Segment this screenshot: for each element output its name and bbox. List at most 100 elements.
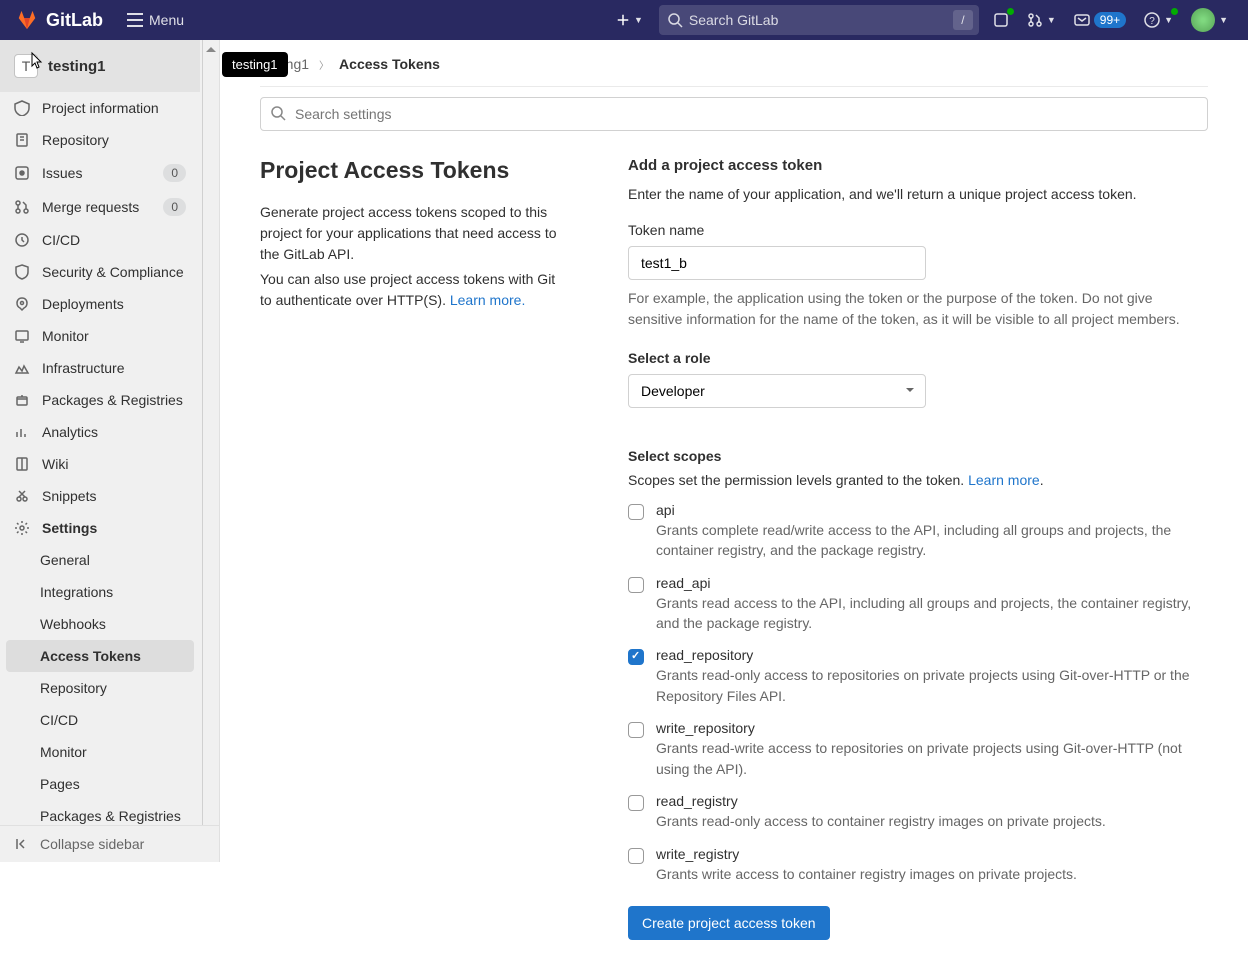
search-icon: [667, 12, 683, 31]
sidebar-item-label: Infrastructure: [42, 360, 124, 376]
scopes-desc: Scopes set the permission levels granted…: [628, 472, 1208, 488]
gitlab-logo-icon: [16, 9, 38, 31]
sidebar-item-ci-cd[interactable]: CI/CD: [0, 224, 200, 256]
top-header: GitLab Menu ▼ / ▼ 99+ ?▼ ▼: [0, 0, 1248, 40]
sidebar-item-label: Project information: [42, 100, 159, 116]
breadcrumb-current: Access Tokens: [339, 56, 440, 72]
chevron-down-icon: ▼: [634, 15, 643, 25]
sidebar-item-label: Monitor: [42, 328, 89, 344]
sidebar-subitem-repository[interactable]: Repository: [0, 672, 200, 704]
project-tooltip: testing1: [222, 52, 288, 77]
sidebar-item-repository[interactable]: Repository: [0, 124, 200, 156]
scope-desc: Grants read-write access to repositories…: [656, 738, 1208, 779]
help-dropdown[interactable]: ?▼: [1140, 8, 1177, 32]
scope-name-label: write_repository: [656, 720, 1208, 736]
token-name-label: Token name: [628, 222, 1208, 238]
packages-icon: [14, 392, 30, 408]
scope-desc: Grants read-only access to container reg…: [656, 811, 1208, 831]
global-search: /: [659, 5, 979, 35]
settings-icon: [14, 520, 30, 536]
learn-more-link[interactable]: Learn more.: [450, 292, 525, 308]
scope-desc: Grants write access to container registr…: [656, 864, 1208, 884]
scope-name-label: read_api: [656, 575, 1208, 591]
count-badge: 0: [163, 198, 186, 216]
sidebar-scrollbar[interactable]: [202, 40, 219, 862]
sidebar-item-issues[interactable]: Issues 0: [0, 156, 200, 190]
sidebar-item-merge-requests[interactable]: Merge requests 0: [0, 190, 200, 224]
chevron-down-icon: ▼: [1164, 15, 1173, 25]
sidebar-item-label: Snippets: [42, 488, 96, 504]
scope-checkbox-api[interactable]: [628, 504, 644, 520]
scope-name-label: api: [656, 502, 1208, 518]
mr-icon: [14, 199, 30, 215]
scope-checkbox-read_api[interactable]: [628, 577, 644, 593]
sidebar-item-label: Issues: [42, 165, 82, 181]
project-sidebar: T testing1 Project information Repository…: [0, 40, 220, 862]
create-token-button[interactable]: Create project access token: [628, 906, 830, 940]
page-title: Project Access Tokens: [260, 157, 558, 184]
sidebar-item-analytics[interactable]: Analytics: [0, 416, 200, 448]
section-desc-2: You can also use project access tokens w…: [260, 269, 558, 311]
search-settings-input[interactable]: [260, 97, 1208, 131]
scope-name-label: write_registry: [656, 846, 1208, 862]
token-name-input[interactable]: [628, 246, 926, 280]
repo-icon: [14, 132, 30, 148]
sidebar-subitem-pages[interactable]: Pages: [0, 768, 200, 800]
scopes-learn-more-link[interactable]: Learn more: [968, 472, 1040, 488]
sidebar-item-settings[interactable]: Settings: [0, 512, 200, 544]
sidebar-subitem-integrations[interactable]: Integrations: [0, 576, 200, 608]
scope-write_repository: write_repository Grants read-write access…: [628, 720, 1208, 779]
scope-desc: Grants complete read/write access to the…: [656, 520, 1208, 561]
scope-checkbox-read_registry[interactable]: [628, 795, 644, 811]
issues-icon: [14, 165, 30, 181]
sidebar-item-label: Merge requests: [42, 199, 139, 215]
sidebar-item-label: Packages & Registries: [42, 392, 183, 408]
brand-area[interactable]: GitLab: [16, 9, 103, 31]
count-badge: 0: [163, 164, 186, 182]
role-label: Select a role: [628, 350, 1208, 366]
main-menu-button[interactable]: Menu: [119, 8, 192, 32]
sidebar-item-packages-registries[interactable]: Packages & Registries: [0, 384, 200, 416]
sidebar-item-infrastructure[interactable]: Infrastructure: [0, 352, 200, 384]
todos-shortcut[interactable]: 99+: [1070, 8, 1130, 32]
sidebar-subitem-access-tokens[interactable]: Access Tokens: [6, 640, 194, 672]
scope-checkbox-write_registry[interactable]: [628, 848, 644, 864]
snippets-icon: [14, 488, 30, 504]
sidebar-item-wiki[interactable]: Wiki: [0, 448, 200, 480]
issues-shortcut[interactable]: [989, 8, 1013, 32]
sidebar-subitem-general[interactable]: General: [0, 544, 200, 576]
deploy-icon: [14, 296, 30, 312]
menu-label: Menu: [149, 12, 184, 28]
section-desc-1: Generate project access tokens scoped to…: [260, 202, 558, 265]
sidebar-subitem-webhooks[interactable]: Webhooks: [0, 608, 200, 640]
scope-checkbox-write_repository[interactable]: [628, 722, 644, 738]
sidebar-item-security-compliance[interactable]: Security & Compliance: [0, 256, 200, 288]
scope-checkbox-read_repository[interactable]: [628, 649, 644, 665]
new-dropdown[interactable]: ▼: [610, 9, 649, 31]
sidebar-project-header[interactable]: T testing1: [0, 40, 200, 92]
sidebar-item-monitor[interactable]: Monitor: [0, 320, 200, 352]
merge-requests-shortcut[interactable]: ▼: [1023, 8, 1060, 32]
sidebar-subitem-ci-cd[interactable]: CI/CD: [0, 704, 200, 736]
sidebar-item-snippets[interactable]: Snippets: [0, 480, 200, 512]
notification-dot-icon: [1007, 8, 1014, 15]
user-menu[interactable]: ▼: [1187, 4, 1232, 36]
wiki-icon: [14, 456, 30, 472]
sidebar-subitem-monitor[interactable]: Monitor: [0, 736, 200, 768]
role-select[interactable]: Developer: [628, 374, 926, 408]
analytics-icon: [14, 424, 30, 440]
brand-text: GitLab: [46, 10, 103, 31]
project-avatar: T: [14, 54, 38, 78]
main-content: testing1 〉 Access Tokens Project Access …: [220, 0, 1248, 980]
collapse-icon: [14, 836, 30, 852]
scope-desc: Grants read-only access to repositories …: [656, 665, 1208, 706]
sidebar-item-deployments[interactable]: Deployments: [0, 288, 200, 320]
scopes-label: Select scopes: [628, 448, 1208, 464]
collapse-sidebar-button[interactable]: Collapse sidebar: [0, 825, 219, 862]
infra-icon: [14, 360, 30, 376]
info-icon: [14, 100, 30, 116]
sidebar-item-project-information[interactable]: Project information: [0, 92, 200, 124]
scope-read_registry: read_registryGrants read-only access to …: [628, 793, 1208, 831]
global-search-input[interactable]: [659, 5, 979, 35]
scope-read_repository: read_repositoryGrants read-only access t…: [628, 647, 1208, 706]
